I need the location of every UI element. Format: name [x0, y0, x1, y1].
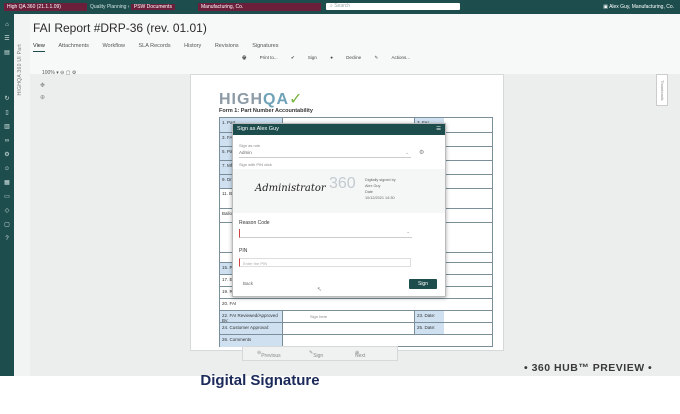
- caption: Digital Signature: [200, 372, 320, 389]
- zoom-in-icon[interactable]: ⊕: [40, 94, 45, 101]
- decline-label: Decline: [346, 55, 362, 60]
- action-toolbar: 🖶 Print to... ✔ Sign ● Decline ✎ Actions…: [230, 54, 410, 62]
- tab-sla-records[interactable]: SLA Records: [139, 43, 171, 51]
- sign-here-hint[interactable]: Sign here: [310, 314, 327, 319]
- home-icon[interactable]: ⌂: [3, 22, 11, 29]
- preview-badge: • 360 HUB™ PREVIEW •: [524, 362, 653, 374]
- zoom-out-icon[interactable]: ⊖: [60, 70, 64, 76]
- nav-sign-label: Sign: [313, 353, 324, 359]
- user-menu[interactable]: ▣ Alex Guy, Manufacturing, Co.: [603, 3, 674, 11]
- tab-view[interactable]: View: [33, 43, 45, 52]
- grid-icon[interactable]: ▦: [3, 180, 11, 187]
- page-header: FAI Report #DRP-36 (rev. 01.01) View Att…: [30, 14, 680, 74]
- move-icon[interactable]: ✥: [40, 82, 45, 89]
- calendar-icon[interactable]: ▢: [3, 222, 11, 229]
- logo-qa: QA: [263, 91, 289, 108]
- chevron-down-icon[interactable]: ▾: [56, 70, 59, 76]
- sign-method-label: Sign with PIN click: [239, 162, 272, 167]
- sign-label: Sign: [307, 55, 317, 60]
- app-switcher[interactable]: High QA 360 (21.1.1.09): [4, 3, 87, 11]
- decline-button[interactable]: ● Decline: [330, 55, 361, 60]
- top-bar: High QA 360 (21.1.1.09) Quality Planning…: [0, 0, 680, 14]
- company-logo: HIGHQA✓: [219, 89, 303, 109]
- tab-workflow[interactable]: Workflow: [102, 43, 125, 51]
- row-label: 26. Comments: [222, 337, 252, 342]
- zoom-toolbar: 100% ▾ ⊖ ▢ ⚙: [42, 70, 76, 76]
- date-value: 10/12/2021 14:30: [365, 196, 395, 200]
- link-icon[interactable]: ∞: [3, 138, 11, 145]
- row-label: 24. Customer Approval:: [222, 325, 270, 330]
- tab-attachments[interactable]: Attachments: [58, 43, 89, 51]
- form-title: Form 1: Part Number Accountability: [219, 108, 313, 114]
- tab-bar: View Attachments Workflow SLA Records Hi…: [33, 43, 290, 52]
- search-placeholder: Search: [334, 3, 351, 9]
- role-label: Sign as role: [239, 143, 261, 148]
- previous-button[interactable]: ⊖ Previous: [257, 350, 281, 359]
- reason-code-select[interactable]: ⌄: [239, 229, 412, 238]
- cursor-icon: ↖: [317, 287, 323, 293]
- org-selector[interactable]: Manufacturing, Co.: [198, 3, 321, 11]
- signature-info: Digitally signed by Alex Guy Date 10/12/…: [365, 177, 396, 201]
- dialog-title: Sign as Alex Guy: [237, 126, 279, 132]
- tab-history[interactable]: History: [184, 43, 201, 51]
- signature-stamp: 360: [329, 175, 356, 192]
- tab-revisions[interactable]: Revisions: [215, 43, 239, 51]
- user-name: Alex Guy, Manufacturing, Co.: [609, 4, 674, 10]
- help-icon[interactable]: ?: [3, 236, 11, 243]
- breadcrumb: Quality Planning › PSW Documents: [90, 3, 175, 11]
- print-label: Print to...: [259, 55, 278, 60]
- signature-text: Administrator: [255, 183, 326, 194]
- nav-sign-button[interactable]: ✎ Sign: [309, 350, 323, 359]
- left-nav-rail: ⌂ ☰ ▤ ↻ ▯ ▥ ∞ ⚙ ☺ ▦ ▭ ◇ ▢ ?: [0, 14, 14, 376]
- tag-icon[interactable]: ◇: [3, 208, 11, 215]
- fit-page-icon[interactable]: ▢: [66, 70, 71, 76]
- previous-label: Previous: [261, 353, 281, 359]
- breadcrumb-item[interactable]: Quality Planning: [90, 4, 126, 10]
- zoom-select[interactable]: 100%: [42, 70, 55, 76]
- rail-label: HIGHQA 360 UI Part: [17, 44, 23, 96]
- secondary-rail: HIGHQA 360 UI Part: [14, 14, 31, 376]
- document-icon[interactable]: ▯: [3, 110, 11, 117]
- settings-icon[interactable]: ⚙: [72, 70, 76, 76]
- row-label: 20. FAI: [222, 301, 237, 306]
- next-button[interactable]: Next ⊕: [355, 350, 365, 359]
- back-button[interactable]: Back: [243, 281, 253, 286]
- next-label: Next: [355, 353, 366, 359]
- actions-button[interactable]: ✎ Actions...: [374, 55, 410, 60]
- sign-button[interactable]: ✔ Sign: [291, 55, 317, 60]
- chart-icon[interactable]: ▥: [3, 124, 11, 131]
- check-icon: ✓: [289, 91, 304, 108]
- reason-code-label: Reason Code: [239, 220, 270, 226]
- notification-icon[interactable]: ▣: [603, 4, 608, 10]
- list-icon[interactable]: ☰: [3, 36, 11, 43]
- pin-input[interactable]: Enter the PIN: [239, 258, 411, 267]
- settings-icon[interactable]: ⚙: [3, 152, 11, 159]
- logo-high: HIGH: [219, 91, 263, 108]
- user-icon[interactable]: ☺: [3, 166, 11, 173]
- search-input[interactable]: ⌕ Search: [326, 3, 460, 10]
- sign-dialog: Sign as Alex Guy ☰ Sign as role Admin ⌄ …: [232, 123, 446, 297]
- role-select[interactable]: Admin ⌄: [239, 149, 411, 158]
- chevron-down-icon: ⌄: [406, 229, 410, 234]
- dialog-header: Sign as Alex Guy ☰: [233, 124, 445, 135]
- refresh-icon[interactable]: ↻: [3, 96, 11, 103]
- pin-label: PIN: [239, 248, 248, 254]
- actions-label: Actions...: [391, 55, 410, 60]
- sign-submit-button[interactable]: Sign: [409, 279, 437, 289]
- search-icon: ⌕: [330, 3, 333, 9]
- clipboard-icon[interactable]: ▭: [3, 194, 11, 201]
- print-button[interactable]: 🖶 Print to...: [242, 55, 278, 60]
- tab-signatures[interactable]: Signatures: [252, 43, 278, 51]
- thumbnails-toggle[interactable]: Thumbnails: [656, 74, 668, 106]
- settings-icon[interactable]: ⚙: [419, 149, 424, 156]
- menu-icon[interactable]: ☰: [436, 124, 441, 135]
- breadcrumb-item-active[interactable]: PSW Documents: [130, 4, 175, 10]
- page-title: FAI Report #DRP-36 (rev. 01.01): [33, 21, 207, 35]
- document-pager: ⊖ Previous ✎ Sign Next ⊕: [242, 346, 398, 361]
- role-value: Admin: [239, 150, 252, 155]
- chevron-down-icon: ⌄: [405, 150, 409, 155]
- signature-preview: Administrator 360 Digitally signed by Al…: [233, 169, 445, 213]
- folder-icon[interactable]: ▤: [3, 50, 11, 57]
